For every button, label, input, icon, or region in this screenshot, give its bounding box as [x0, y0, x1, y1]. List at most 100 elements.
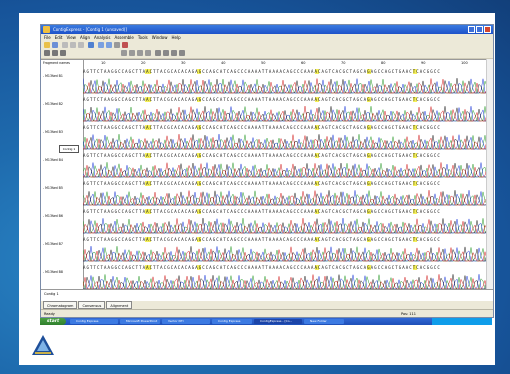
logo-icon [32, 335, 54, 355]
chromatogram-trace [83, 133, 493, 150]
open-icon[interactable] [44, 42, 50, 48]
tooltip: Contig 1 [59, 145, 79, 153]
taskbar-item-2[interactable]: Microsoft PowerPoint [120, 319, 160, 324]
chromatogram-track[interactable]: AGTTCTAAGGCCAGCTTAACTTACGCACACAGAGCCAGCA… [83, 237, 493, 263]
nav-last-icon[interactable] [145, 50, 151, 56]
nav-next-icon[interactable] [137, 50, 143, 56]
menu-tools[interactable]: Tools [138, 34, 148, 41]
print-icon[interactable] [114, 42, 120, 48]
align-icon[interactable] [52, 50, 58, 56]
ruler-tick: 20 [141, 61, 146, 65]
nav-first-icon[interactable] [121, 50, 127, 56]
taskbar-item-3[interactable]: Vector NTI [162, 319, 210, 324]
chromatogram-track[interactable]: AGTTCTAAGGCCAGCTTAACTTACGCACACAGAGCCAGCA… [83, 153, 493, 179]
menu-align[interactable]: Align [80, 34, 90, 41]
chromatogram-track[interactable]: AGTTCTAAGGCCAGCTTAACTTACGCACACAGAGCCAGCA… [83, 265, 493, 290]
paste-icon[interactable] [78, 42, 84, 48]
find-icon[interactable] [106, 42, 112, 48]
fragment-row-2[interactable]: - M13fwd B2 [43, 102, 63, 106]
menu-bar: File Edit View Align Analysis Assemble T… [41, 34, 493, 41]
status-left: Ready [44, 312, 55, 316]
chromatogram-trace [83, 274, 493, 290]
chromatogram-trace [83, 217, 493, 234]
menu-help[interactable]: Help [172, 34, 181, 41]
ruler-tick: 90 [421, 61, 426, 65]
start-button[interactable]: start [40, 318, 66, 325]
menu-analysis[interactable]: Analysis [94, 34, 110, 41]
vertical-scrollbar[interactable] [486, 59, 493, 289]
assemble-icon[interactable] [44, 50, 50, 56]
chromatogram-trace [83, 105, 493, 122]
menu-assemble[interactable]: Assemble [114, 34, 133, 41]
t-base-icon[interactable] [179, 50, 185, 56]
fragment-row-8[interactable]: - M13fwd B8 [43, 270, 63, 274]
menu-file[interactable]: File [44, 34, 51, 41]
chromatogram-track[interactable]: AGTTCTAAGGCCAGCTTAACTTACGCACACAGAGCCAGCA… [83, 209, 493, 235]
taskbar-item-6[interactable]: New Folder [304, 319, 344, 324]
g-base-icon[interactable] [171, 50, 177, 56]
chromatogram-trace [83, 162, 493, 178]
system-tray [432, 318, 492, 325]
fragment-row-7[interactable]: - M13fwd B7 [43, 242, 63, 246]
ruler-tick: 80 [381, 61, 386, 65]
ruler-tick: 100 [461, 61, 468, 65]
chromatogram-track[interactable]: AGTTCTAAGGCCAGCTTAACTTACGCACACAGAGCCAGCA… [83, 97, 493, 123]
trace-t [83, 162, 493, 178]
taskbar-item-1[interactable]: Contig Express [70, 319, 118, 324]
status-position: Pos: 111 [401, 312, 416, 316]
taskbar-item-4[interactable]: Contig Express [212, 319, 252, 324]
window-title: ContigExpress - [Contig 1 (unsaved)] [53, 27, 127, 32]
minimize-button[interactable] [468, 26, 475, 33]
ruler-tick: 70 [341, 61, 346, 65]
zoom-icon[interactable] [98, 42, 104, 48]
fragment-row-1[interactable]: - M13fwd B1 [43, 74, 63, 78]
tab-chromatogram[interactable]: Chromatogram [43, 301, 78, 309]
chromatogram-trace [83, 78, 493, 94]
status-bar: Ready Pos: 111 [41, 309, 493, 317]
chromatogram-track[interactable]: AGTTCTAAGGCCAGCTTAACTTACGCACACAGAGCCAGCA… [83, 125, 493, 151]
fragment-row-3[interactable]: - M13fwd B3 [43, 130, 63, 134]
undo-icon[interactable] [88, 42, 94, 48]
ruler-tick: 40 [221, 61, 226, 65]
chromatogram-trace [83, 246, 493, 262]
chromatogram-trace [83, 190, 493, 206]
help-icon[interactable] [122, 42, 128, 48]
trace-g [83, 190, 493, 206]
nav-prev-icon[interactable] [129, 50, 135, 56]
app-window: ContigExpress - [Contig 1 (unsaved)] Fil… [40, 24, 494, 318]
tab-consensus[interactable]: Consensus [78, 301, 106, 309]
editor-area: Fragment names - M13fwd B1 - M13fwd B2 -… [41, 59, 493, 290]
position-ruler: 10 20 30 40 50 60 70 80 90 100 [83, 60, 493, 68]
consensus-label: Contig 1 [44, 292, 59, 296]
c-base-icon[interactable] [163, 50, 169, 56]
maximize-button[interactable] [476, 26, 483, 33]
view-tabs: Chromatogram Consensus Alignment [41, 301, 493, 309]
taskbar-item-5[interactable]: ContigExpress - [Co... [254, 319, 302, 324]
toolbar-edit [41, 49, 493, 59]
copy-icon[interactable] [70, 42, 76, 48]
menu-edit[interactable]: Edit [55, 34, 63, 41]
fragment-pane: Fragment names - M13fwd B1 - M13fwd B2 -… [41, 60, 84, 290]
save-icon[interactable] [52, 42, 58, 48]
fragment-row-4[interactable]: - M13fwd B4 [43, 158, 63, 162]
sequence-area[interactable]: 10 20 30 40 50 60 70 80 90 100 AGTTCTAAGGCCAGCTTA… [83, 60, 493, 290]
taskbar: start Contig Express Microsoft PowerPoin… [40, 318, 492, 325]
fragment-root-label: Fragment names [43, 61, 70, 65]
close-button[interactable] [484, 26, 491, 33]
menu-view[interactable]: View [66, 34, 76, 41]
ruler-tick: 10 [101, 61, 106, 65]
app-icon [43, 26, 50, 33]
chromatogram-track[interactable]: AGTTCTAAGGCCAGCTTAACTTACGCACACAGAGCCAGCA… [83, 181, 493, 207]
ruler-tick: 60 [301, 61, 306, 65]
cut-icon[interactable] [62, 42, 68, 48]
ruler-tick: 30 [181, 61, 186, 65]
fragment-row-6[interactable]: - M13fwd B6 [43, 214, 63, 218]
ruler-tick: 50 [261, 61, 266, 65]
chromatogram-track[interactable]: AGTTCTAAGGCCAGCTTAACTTACGCACACAGAGCCAGCA… [83, 69, 493, 95]
consensus-icon[interactable] [60, 50, 66, 56]
title-bar: ContigExpress - [Contig 1 (unsaved)] [41, 25, 493, 34]
tab-alignment[interactable]: Alignment [106, 301, 133, 309]
menu-window[interactable]: Window [152, 34, 168, 41]
a-base-icon[interactable] [155, 50, 161, 56]
fragment-row-5[interactable]: - M13fwd B5 [43, 186, 63, 190]
